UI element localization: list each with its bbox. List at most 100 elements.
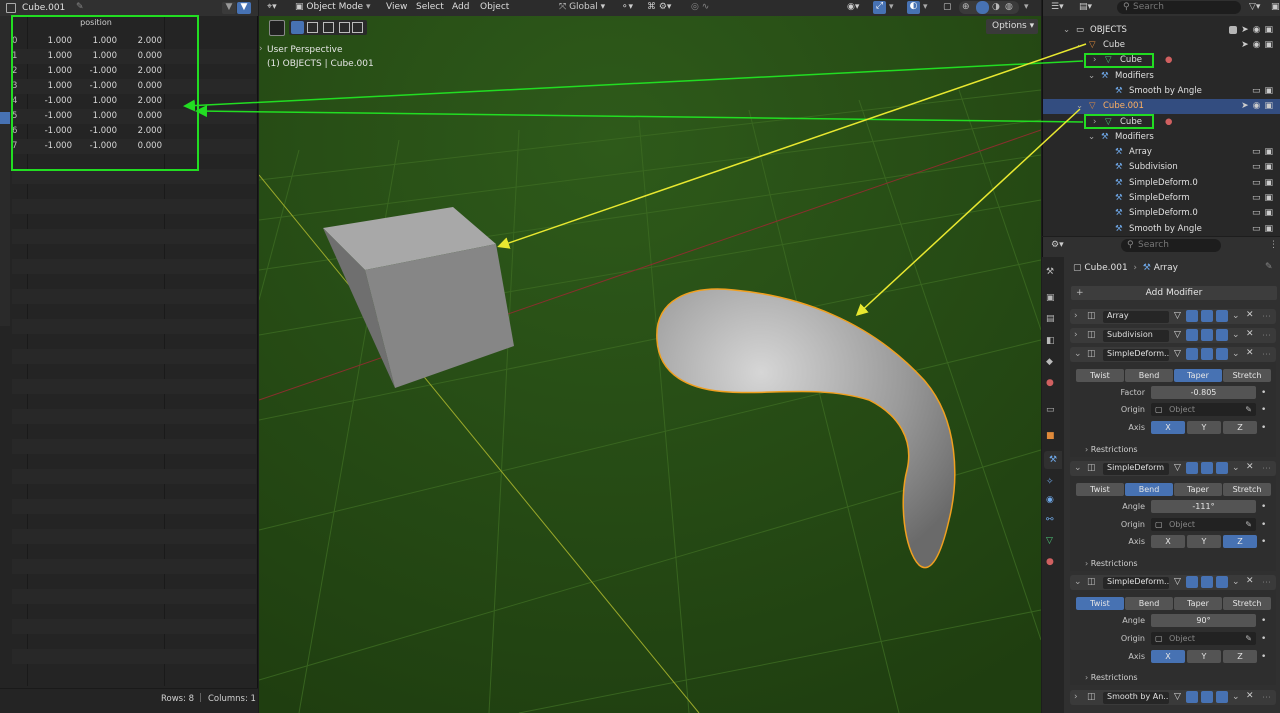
select-icon[interactable]: ➤ (1241, 101, 1249, 111)
deform-mode-taper[interactable]: Taper (1174, 369, 1222, 382)
drag-handle-icon[interactable]: ⋯ (1262, 331, 1271, 341)
chevron-down-icon[interactable]: ⌄ (1232, 330, 1240, 340)
camera-icon[interactable]: ▣ (1264, 208, 1273, 218)
keyframe-dot-icon[interactable]: • (1261, 388, 1266, 398)
axis-z-button[interactable]: Z (1223, 421, 1257, 434)
row-toggles[interactable]: ➤ ◉ ▣ (1241, 40, 1273, 50)
on-cage-icon[interactable] (1186, 462, 1198, 474)
camera-icon[interactable]: ▣ (1264, 224, 1273, 234)
chevron-down-icon[interactable]: ⌄ (1063, 25, 1070, 35)
edit-mode-icon[interactable]: ▽ (1174, 463, 1181, 473)
row-toggles[interactable]: ▭ ▣ (1252, 193, 1273, 203)
on-cage-icon[interactable] (1186, 576, 1198, 588)
keyframe-dot-icon[interactable]: • (1261, 502, 1266, 512)
axis-y-button[interactable]: Y (1187, 421, 1221, 434)
3d-viewport[interactable]: ⌖▾ ▣ Object Mode ▾ View Select Add Objec… (259, 0, 1041, 713)
axis-z-button[interactable]: Z (1223, 535, 1257, 548)
modifier-name-field[interactable]: SimpleDeform (1103, 463, 1169, 475)
filter-icon[interactable]: ▽▾ (1249, 2, 1260, 12)
on-cage-icon[interactable] (1186, 691, 1198, 703)
chevron-down-icon[interactable]: ⌄ (1232, 349, 1240, 359)
orientation-dropdown[interactable]: ⤧ Global ▾ (559, 2, 605, 12)
drag-handle-icon[interactable]: ⋯ (1262, 693, 1271, 703)
deform-mode-twist[interactable]: Twist (1076, 369, 1124, 382)
chevron-down-icon[interactable]: ⌄ (1232, 311, 1240, 321)
filter-icon[interactable]: ▼ (237, 2, 251, 14)
menu-add[interactable]: Add (452, 2, 469, 12)
chevron-right-icon[interactable]: › (1093, 117, 1096, 127)
camera-icon[interactable]: ▣ (1264, 101, 1273, 111)
close-icon[interactable]: ✕ (1246, 462, 1254, 472)
pin-icon[interactable]: ✎ (76, 2, 84, 12)
chevron-down-icon[interactable]: ⌄ (1232, 577, 1240, 587)
on-cage-icon[interactable] (1186, 310, 1198, 322)
pin-icon[interactable]: ✎ (1265, 262, 1273, 272)
keyframe-dot-icon[interactable]: • (1261, 537, 1266, 547)
proportional-edit-icon[interactable]: ◎ ∿ (691, 2, 709, 12)
outliner-item[interactable]: › ▽ Cube ● (1043, 115, 1280, 130)
deform-mode-bend[interactable]: Bend (1125, 369, 1173, 382)
modifier-name-field[interactable]: Smooth by An... (1103, 692, 1169, 704)
select-icon[interactable]: ➤ (1241, 40, 1249, 50)
chevron-down-icon[interactable]: ⌄ (1074, 463, 1082, 473)
outliner-item[interactable]: › ▽ Cube ● (1043, 53, 1280, 68)
shading-dropdown-icon[interactable]: ▾ (1024, 2, 1029, 12)
on-cage-icon[interactable] (1186, 348, 1198, 360)
modifier-tab-icon[interactable]: ⚒ (1044, 451, 1062, 469)
render-icon[interactable] (1216, 691, 1228, 703)
select-new-icon[interactable] (291, 21, 304, 34)
close-icon[interactable]: ✕ (1246, 348, 1254, 358)
material-shading-icon[interactable]: ◑ (992, 2, 1000, 12)
on-cage-icon[interactable] (1186, 329, 1198, 341)
close-icon[interactable]: ✕ (1246, 691, 1254, 701)
origin-object-field[interactable]: ▢ Object ✎ (1151, 632, 1256, 645)
output-tab-icon[interactable]: ▤ (1046, 314, 1055, 324)
camera-icon[interactable]: ▣ (1264, 147, 1273, 157)
outliner-item[interactable]: ⚒ SimpleDeform.0 ▭ ▣ (1043, 206, 1280, 221)
options-dropdown[interactable]: Options ▾ (986, 19, 1038, 34)
world-tab-icon[interactable]: ● (1046, 378, 1054, 388)
render-icon[interactable] (1216, 462, 1228, 474)
data-tab-icon[interactable]: ▽ (1046, 536, 1053, 546)
edit-mode-icon[interactable]: ▽ (1174, 349, 1181, 359)
menu-select[interactable]: Select (416, 2, 444, 12)
viewport-display-icon[interactable] (1201, 576, 1213, 588)
display-mode-icon[interactable]: ▤▾ (1079, 2, 1092, 12)
chevron-down-icon[interactable]: ⌄ (1088, 71, 1095, 81)
keyframe-dot-icon[interactable]: • (1261, 652, 1266, 662)
modifier-name-field[interactable]: Array (1103, 311, 1169, 323)
chevron-down-icon[interactable]: ⌄ (1088, 132, 1095, 142)
properties-options-icon[interactable]: ⋮ (1269, 240, 1278, 250)
new-collection-icon[interactable]: ▣ (1271, 2, 1280, 12)
render-tab-icon[interactable]: ▣ (1046, 293, 1055, 303)
eyedropper-icon[interactable]: ✎ (1245, 632, 1252, 645)
deform-mode-bend[interactable]: Bend (1125, 597, 1173, 610)
menu-view[interactable]: View (386, 2, 407, 12)
physics-tab-icon[interactable]: ◉ (1046, 495, 1054, 505)
axis-y-button[interactable]: Y (1187, 650, 1221, 663)
xray-icon[interactable]: ▢ (943, 2, 952, 12)
mode-dropdown[interactable]: ▣ Object Mode ▾ (295, 2, 377, 14)
keyframe-dot-icon[interactable]: • (1261, 520, 1266, 530)
deform-mode-twist[interactable]: Twist (1076, 483, 1124, 496)
render-icon[interactable] (1216, 329, 1228, 341)
modifier-name-field[interactable]: SimpleDeform... (1103, 577, 1169, 589)
particles-tab-icon[interactable]: ✧ (1046, 477, 1054, 487)
restrictions-subpanel[interactable]: › Restrictions (1085, 445, 1138, 454)
camera-icon[interactable]: ▣ (1264, 25, 1273, 35)
angle-field[interactable]: 90° (1151, 614, 1256, 627)
close-icon[interactable]: ✕ (1246, 576, 1254, 586)
deform-mode-stretch[interactable]: Stretch (1223, 597, 1271, 610)
snap-icon[interactable]: ⌘ ⚙▾ (647, 2, 671, 12)
drag-handle-icon[interactable]: ⋯ (1262, 578, 1271, 588)
modifier-header[interactable]: ⌄ ◫ SimpleDeform ▽ ⌄ ✕ ⋯ (1070, 461, 1276, 476)
viewport-display-icon[interactable]: ▭ (1252, 147, 1261, 157)
shading-modes[interactable]: ⊕ ◑ ◍ (959, 1, 1019, 14)
keyframe-dot-icon[interactable]: • (1261, 634, 1266, 644)
modifier-name-field[interactable]: SimpleDeform... (1103, 349, 1169, 361)
axis-x-button[interactable]: X (1151, 421, 1185, 434)
overlay-dropdown-icon[interactable]: ▾ (923, 2, 928, 12)
select-intersect-icon[interactable] (352, 22, 363, 33)
viewport-display-icon[interactable]: ▭ (1252, 224, 1261, 234)
edit-mode-icon[interactable]: ▽ (1174, 311, 1181, 321)
